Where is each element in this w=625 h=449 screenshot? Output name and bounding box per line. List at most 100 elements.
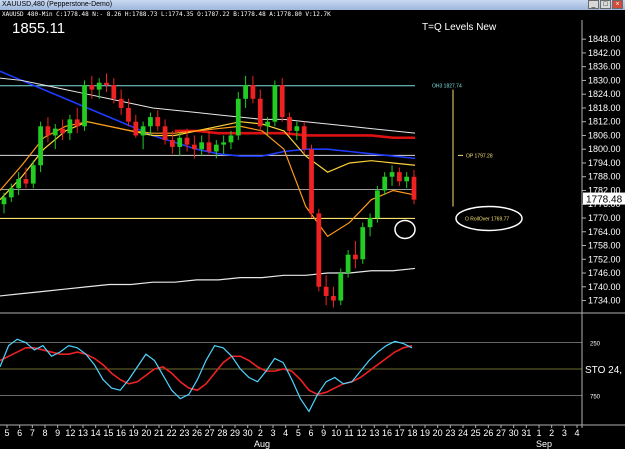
candle-body [404, 176, 410, 182]
candle-body [126, 107, 131, 122]
candle-body [375, 190, 380, 218]
candle-body [243, 85, 248, 99]
x-tick-label: 8 [42, 428, 47, 438]
candle-body [8, 188, 14, 198]
sto-d-line [0, 344, 413, 396]
x-tick-label: 13 [78, 428, 88, 438]
y-tick-label: 1752.00 [588, 254, 621, 264]
x-tick-label: 28 [217, 428, 227, 438]
y-tick-label: 1794.00 [588, 158, 621, 168]
x-tick-label: 5 [4, 428, 9, 438]
candle-body [294, 126, 300, 131]
candle-body [316, 213, 322, 287]
y-tick-label: 1788.00 [588, 172, 621, 182]
y-tick-label: 1824.00 [588, 89, 621, 99]
candle-body [60, 128, 65, 134]
x-tick-label: 20 [433, 428, 443, 438]
candle-body [360, 227, 366, 260]
x-tick-label: 19 [129, 428, 139, 438]
candle-body [184, 137, 190, 145]
candle-body [16, 179, 22, 189]
candle-body [206, 142, 212, 152]
sto-tick-label: 750 [590, 395, 601, 401]
candle-body [104, 82, 109, 86]
candle-body [140, 126, 146, 136]
candle-body [177, 137, 183, 147]
candle-body [148, 117, 153, 127]
x-tick-label: 25 [471, 428, 481, 438]
candle-body [382, 176, 388, 191]
y-tick-label: 1812.00 [588, 117, 621, 127]
candle-body [221, 142, 227, 145]
candle-body [338, 273, 344, 301]
candle-body [89, 85, 95, 90]
candle-body [155, 117, 161, 127]
candle-body [52, 128, 58, 136]
candle-body [74, 119, 80, 127]
candle-body [228, 135, 234, 143]
x-tick-label: 11 [344, 428, 353, 438]
candle-body [111, 85, 117, 99]
x-tick-label: 7 [30, 428, 35, 438]
candle-body [309, 149, 314, 214]
last-price-label: 1778.48 [586, 195, 623, 206]
x-tick-label: 4 [283, 428, 288, 438]
level-label-op: OP 1797.28 [466, 153, 493, 159]
y-tick-label: 1758.00 [588, 241, 621, 251]
ma-white-lower-line [0, 267, 416, 297]
x-tick-label: 4 [574, 428, 579, 438]
candle-body [1, 197, 7, 205]
x-tick-label: 31 [521, 428, 531, 438]
candle-body [301, 126, 307, 150]
x-tick-label: 12 [65, 428, 75, 438]
x-tick-label: 17 [395, 428, 405, 438]
sto-tick-label: 250 [590, 342, 601, 348]
x-tick-label: 9 [321, 428, 326, 438]
x-tick-label: 20 [141, 428, 151, 438]
y-tick-label: 1770.00 [588, 213, 621, 223]
candle-body [345, 254, 351, 274]
y-tick-label: 1848.00 [588, 34, 621, 44]
x-tick-label: 19 [420, 428, 430, 438]
candle-body [67, 119, 73, 134]
sto-label: STO 24, [585, 365, 622, 376]
candle-body [411, 176, 417, 200]
x-tick-label: 15 [103, 428, 113, 438]
month-label: Sep [536, 439, 552, 449]
candle-body [272, 85, 278, 122]
candle-body [250, 85, 256, 99]
y-tick-label: 1818.00 [588, 103, 621, 113]
x-tick-label: 30 [509, 428, 519, 438]
x-tick-label: 16 [116, 428, 126, 438]
candle-body [38, 126, 43, 166]
candle-body [287, 117, 292, 131]
candle-body [30, 165, 36, 184]
candlestick-chart[interactable]: 1848.00 1842.00 1836.00 1830.00 1824.00 1818.… [0, 0, 625, 449]
candle-body [213, 144, 219, 152]
y-tick-label: 1800.00 [588, 144, 621, 154]
x-tick-label: 10 [331, 428, 341, 438]
y-tick-label: 1842.00 [588, 48, 621, 58]
x-tick-label: 9 [55, 428, 60, 438]
x-tick-label: 23 [445, 428, 455, 438]
price-highlight-circle [394, 219, 416, 240]
x-tick-label: 13 [369, 428, 379, 438]
y-tick-label: 1734.00 [588, 296, 621, 306]
x-tick-label: 12 [357, 428, 367, 438]
x-tick-label: 23 [179, 428, 189, 438]
level-label-oh3: OH3 1827.74 [432, 84, 462, 90]
x-tick-label: 21 [154, 428, 164, 438]
candle-body [331, 295, 336, 301]
y-tick-label: 1746.00 [588, 268, 621, 278]
candle-body [257, 98, 263, 127]
x-tick-label: 14 [91, 428, 101, 438]
candle-body [82, 85, 87, 127]
x-tick-label: 18 [407, 428, 417, 438]
level-label-rollover: O RollOver 1769.77 [465, 216, 509, 222]
sto-k-line [0, 338, 413, 413]
month-label: Aug [254, 439, 270, 449]
x-tick-label: 2 [258, 428, 263, 438]
y-tick-label: 1836.00 [588, 62, 621, 72]
x-tick-label: 22 [167, 428, 177, 438]
candle-body [96, 82, 102, 90]
